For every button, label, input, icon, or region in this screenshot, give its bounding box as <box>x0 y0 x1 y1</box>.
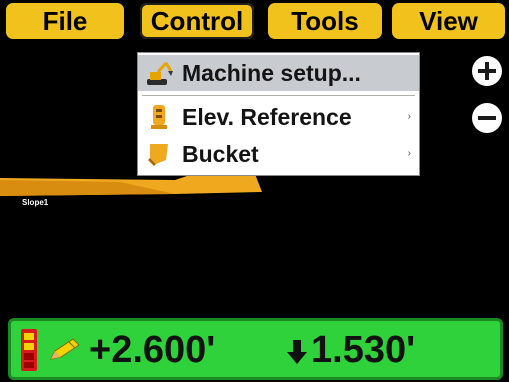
pencil-icon[interactable] <box>47 337 83 363</box>
menu-view-button[interactable]: View <box>392 3 505 39</box>
menu-item-label: Elev. Reference <box>182 104 352 130</box>
control-dropdown-menu: Machine setup... Elev. Reference › Bucke… <box>137 52 420 176</box>
menu-item-bucket[interactable]: Bucket › <box>138 136 419 172</box>
menu-item-label: Bucket <box>182 141 259 167</box>
submenu-arrow-icon: › <box>407 148 411 159</box>
menu-item-elev-reference[interactable]: Elev. Reference › <box>138 99 419 135</box>
bucket-icon <box>148 144 168 166</box>
excavator-icon <box>147 62 173 85</box>
menu-control-button[interactable]: Control <box>140 3 254 39</box>
menu-file-button[interactable]: File <box>6 3 124 39</box>
down-arrow-icon <box>287 340 307 364</box>
menu-item-machine-setup[interactable]: Machine setup... <box>138 55 419 91</box>
depth-value: 1.530' <box>311 329 416 371</box>
menu-item-label: Machine setup... <box>182 60 361 86</box>
submenu-arrow-icon: › <box>407 111 411 122</box>
menu-bar: File Control Tools View <box>0 0 509 44</box>
elevation-value: +2.600' <box>89 329 216 371</box>
minus-icon <box>478 116 496 120</box>
machine-display-screen: File Control Tools View Slope1 Machine s… <box>0 0 509 382</box>
menu-tools-button[interactable]: Tools <box>268 3 382 39</box>
zoom-out-button[interactable] <box>472 103 502 133</box>
grade-rod-icon <box>151 105 167 129</box>
slope-label: Slope1 <box>22 198 49 207</box>
zoom-in-button[interactable] <box>472 56 502 86</box>
status-bar: +2.600' 1.530' <box>8 318 503 380</box>
plus-icon <box>478 62 496 80</box>
menu-separator <box>142 95 415 96</box>
lightbar-icon <box>21 329 37 371</box>
